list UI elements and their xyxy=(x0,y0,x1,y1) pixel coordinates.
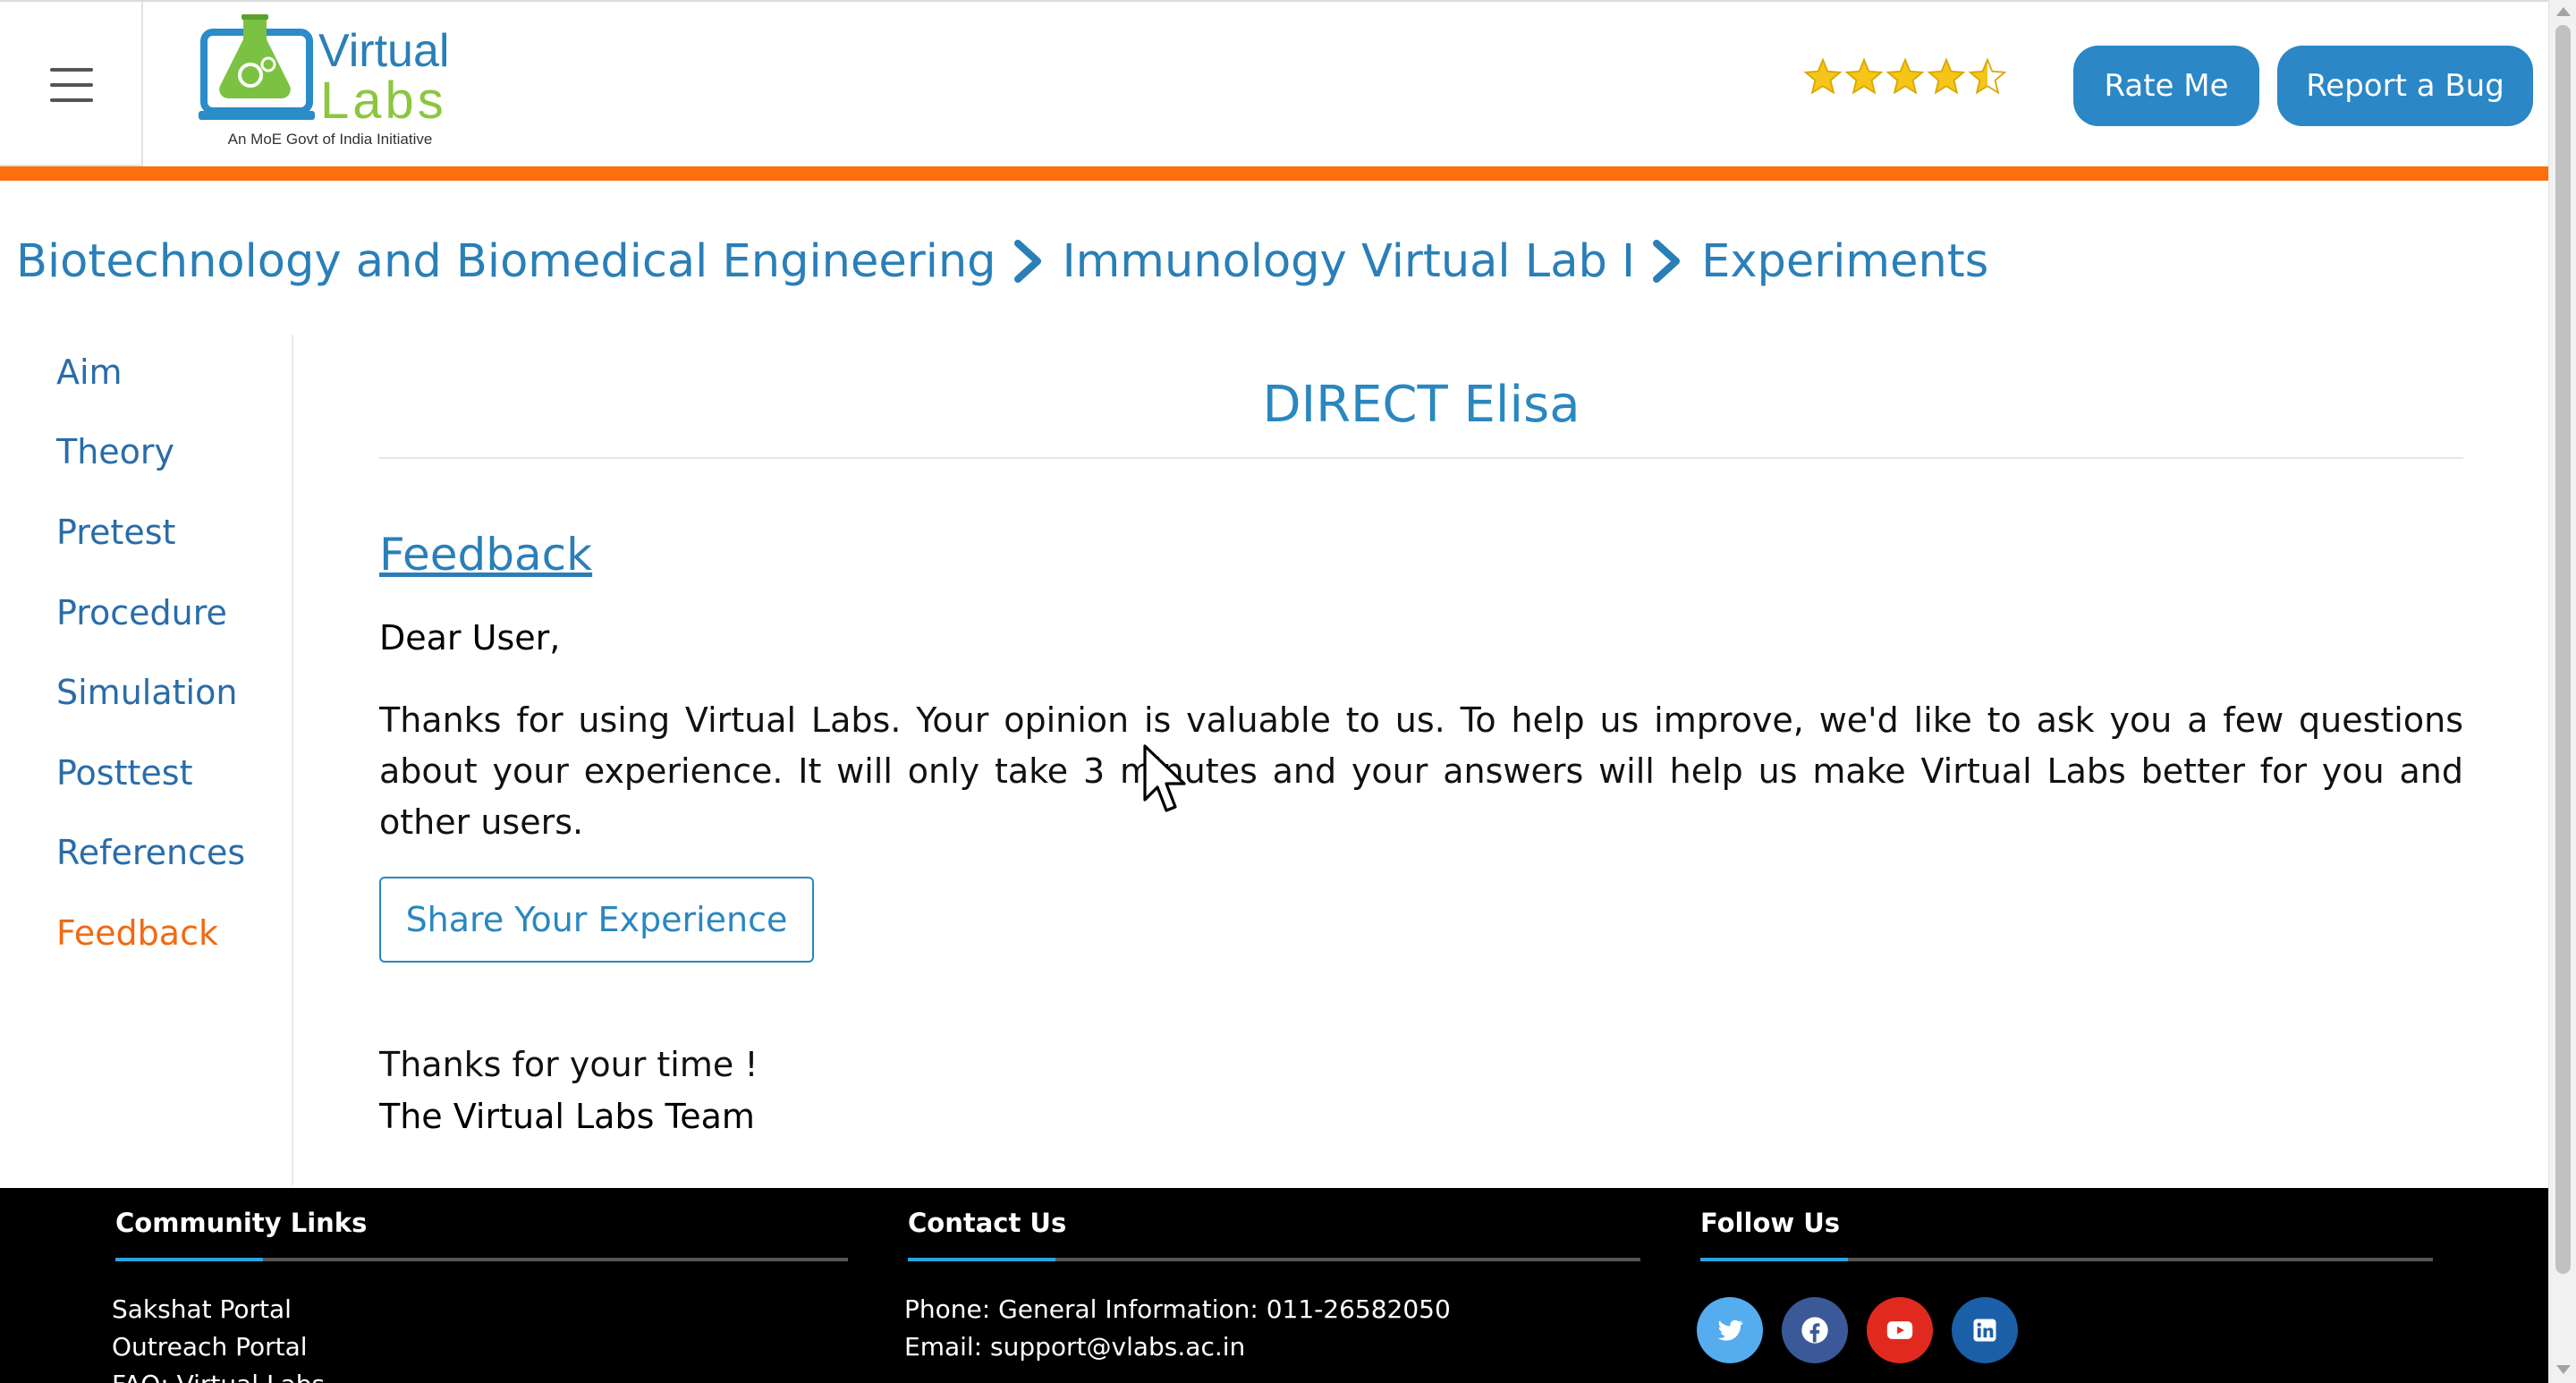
site-footer xyxy=(0,1188,2548,1383)
star-full-icon xyxy=(1885,57,1925,95)
star-half-icon xyxy=(1968,57,2007,95)
logo-text-labs: Labs xyxy=(320,72,447,130)
sidebar-item-simulation[interactable]: Simulation xyxy=(56,673,237,712)
footer-community-rule xyxy=(115,1258,848,1261)
rating-stars xyxy=(1803,57,2007,107)
experiment-title: DIRECT Elisa xyxy=(1262,376,1580,434)
footer-follow-rule xyxy=(1700,1258,2433,1261)
menu-line xyxy=(50,83,93,87)
star-full-icon xyxy=(1803,57,1843,95)
rate-me-button[interactable]: Rate Me xyxy=(2073,46,2259,126)
chevron-right-icon xyxy=(1013,240,1041,283)
thanks-text: Thanks for your time ! xyxy=(379,1045,758,1084)
share-experience-button[interactable]: Share Your Experience xyxy=(379,877,814,963)
breadcrumb-item-experiments[interactable]: Experiments xyxy=(1701,235,1988,288)
sidebar-item-theory[interactable]: Theory xyxy=(56,432,174,471)
footer-contact-heading: Contact Us xyxy=(908,1208,1067,1238)
footer-link-sakshat[interactable]: Sakshat Portal xyxy=(112,1294,292,1324)
sidebar-item-procedure[interactable]: Procedure xyxy=(56,593,227,632)
footer-contact-email[interactable]: Email: support@vlabs.ac.in xyxy=(904,1332,1245,1362)
youtube-icon[interactable] xyxy=(1867,1297,1933,1363)
footer-community-heading: Community Links xyxy=(115,1208,368,1238)
footer-follow-heading: Follow Us xyxy=(1700,1208,1841,1238)
logo-tagline: An MoE Govt of India Initiative xyxy=(227,131,433,148)
title-divider xyxy=(379,457,2463,459)
hamburger-menu-button[interactable] xyxy=(0,2,143,166)
footer-link-outreach[interactable]: Outreach Portal xyxy=(112,1332,308,1362)
sidebar-item-posttest[interactable]: Posttest xyxy=(56,753,192,793)
breadcrumb: Biotechnology and Biomedical Engineering… xyxy=(16,225,1988,297)
footer-contact-rule xyxy=(908,1258,1640,1261)
star-full-icon xyxy=(1927,57,1966,95)
linkedin-icon[interactable] xyxy=(1952,1297,2018,1363)
signature-text: The Virtual Labs Team xyxy=(379,1097,755,1136)
breadcrumb-item-lab[interactable]: Immunology Virtual Lab I xyxy=(1063,235,1636,288)
header-accent-bar xyxy=(0,166,2548,181)
feedback-paragraph: Thanks for using Virtual Labs. Your opin… xyxy=(379,700,2463,842)
menu-line xyxy=(50,98,93,102)
sidebar-item-feedback[interactable]: Feedback xyxy=(56,913,218,953)
feedback-heading-link[interactable]: Feedback xyxy=(379,529,592,581)
star-full-icon xyxy=(1844,57,1884,95)
sidebar-item-references[interactable]: References xyxy=(56,833,245,872)
scrollbar-thumb[interactable] xyxy=(2555,25,2571,1274)
site-header: Virtual Labs An MoE Govt of India Initia… xyxy=(0,0,2548,166)
footer-link-faq[interactable]: FAQ: Virtual Labs xyxy=(112,1370,325,1383)
experiment-sidebar: Aim Theory Pretest Procedure Simulation … xyxy=(0,335,293,1186)
sidebar-item-aim[interactable]: Aim xyxy=(56,352,123,392)
menu-line xyxy=(50,68,93,72)
scroll-up-arrow-icon[interactable] xyxy=(2556,7,2571,16)
report-bug-button[interactable]: Report a Bug xyxy=(2277,46,2533,126)
footer-contact-phone: Phone: General Information: 011-26582050 xyxy=(904,1294,1451,1324)
facebook-icon[interactable] xyxy=(1782,1297,1848,1363)
scroll-down-arrow-icon[interactable] xyxy=(2556,1365,2571,1374)
page-scrollbar[interactable] xyxy=(2548,0,2576,1383)
sidebar-item-pretest[interactable]: Pretest xyxy=(56,513,175,552)
logo-text-virtual: Virtual xyxy=(318,25,449,77)
breadcrumb-item-domain[interactable]: Biotechnology and Biomedical Engineering xyxy=(16,235,996,288)
chevron-right-icon xyxy=(1653,240,1681,283)
twitter-icon[interactable] xyxy=(1697,1297,1763,1363)
greeting-text: Dear User, xyxy=(379,618,561,658)
